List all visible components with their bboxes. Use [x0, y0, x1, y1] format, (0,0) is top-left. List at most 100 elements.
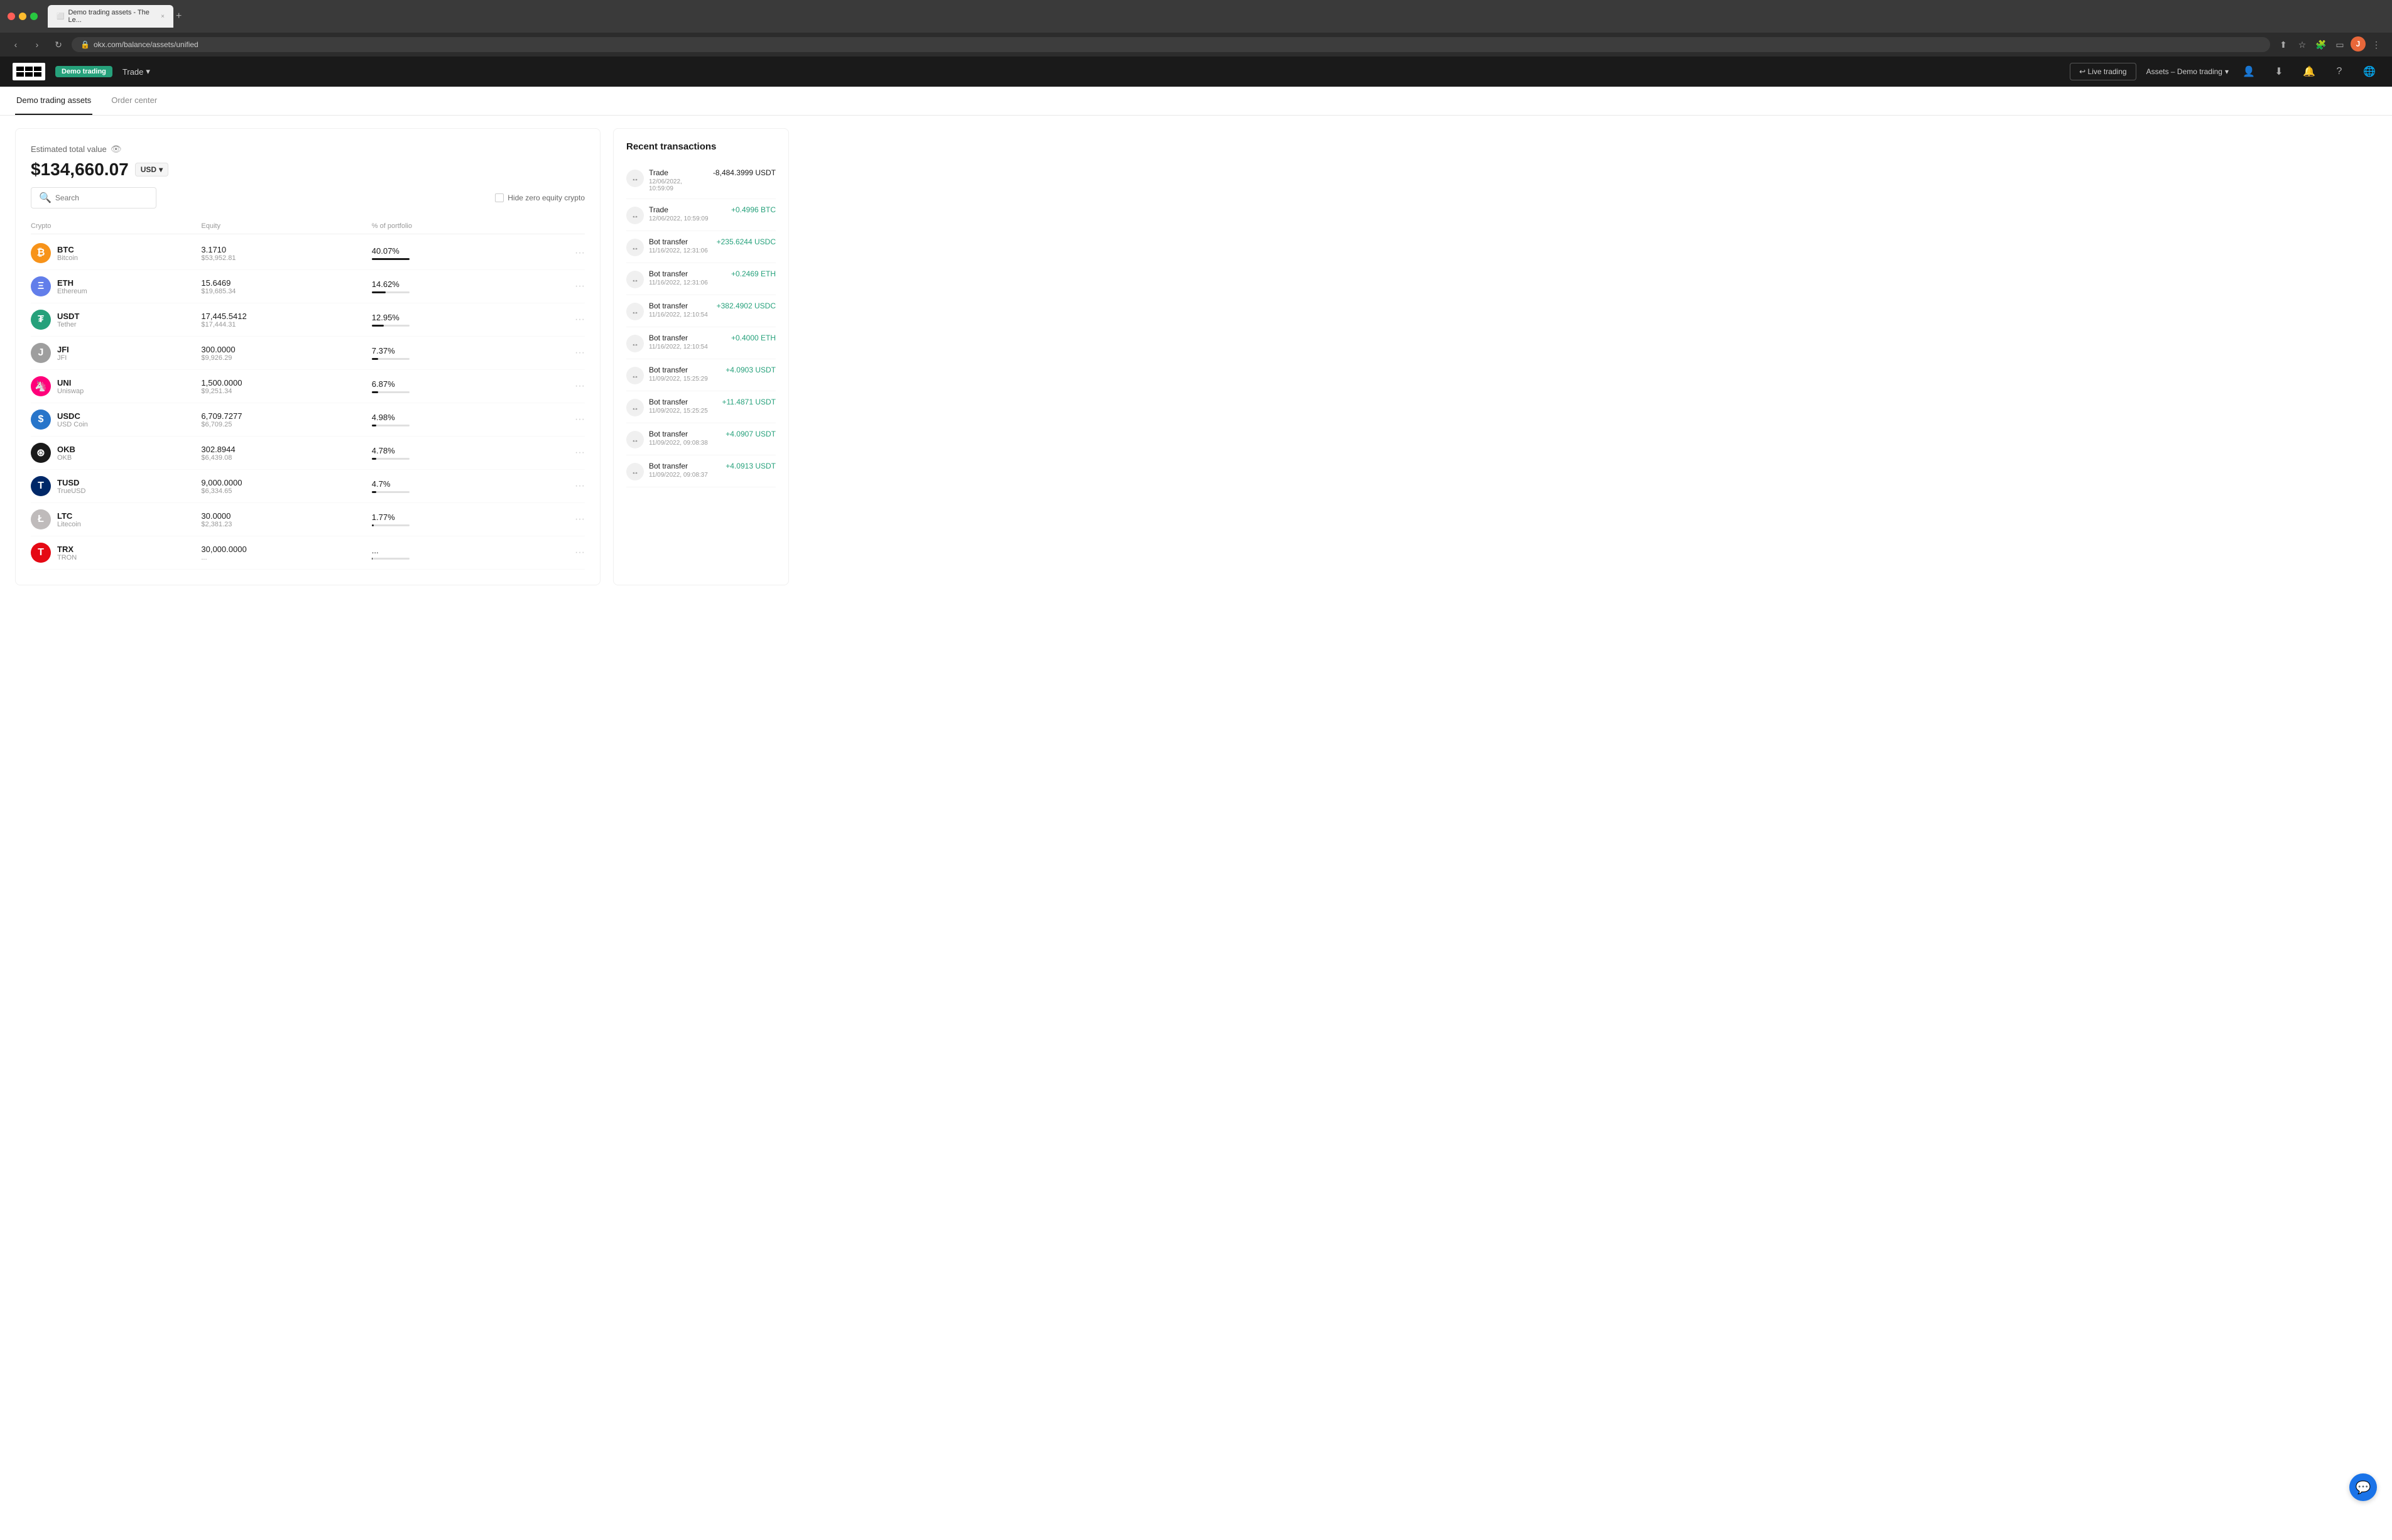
tab-demo-trading-assets[interactable]: Demo trading assets: [15, 87, 92, 115]
asset-row-usdc: $ USDC USD Coin 6,709.7277 $6,709.25 4.9…: [31, 403, 585, 437]
share-icon[interactable]: ⬆: [2275, 36, 2291, 53]
estimated-label: Estimated total value 👁: [31, 144, 585, 155]
tx-icon-9: ↔: [626, 463, 644, 480]
tx-amount-0: -8,484.3999 USDT: [713, 168, 776, 177]
tab-title: Demo trading assets - The Le...: [68, 9, 157, 24]
tusd-equity: 9,000.0000: [201, 478, 371, 487]
chat-button[interactable]: 💬: [2349, 1473, 2377, 1501]
okb-equity-usd: $6,439.08: [201, 454, 371, 462]
lock-icon: 🔒: [80, 40, 90, 49]
eth-more-button[interactable]: ···: [575, 281, 585, 292]
tx-type-2: Bot transfer: [649, 237, 712, 246]
browser-titlebar: ⬜ Demo trading assets - The Le... × +: [0, 0, 2392, 33]
currency-select[interactable]: USD ▾: [135, 163, 168, 176]
transaction-item-0: ↔ Trade 12/06/2022, 10:59:09 -8,484.3999…: [626, 162, 776, 199]
okb-symbol: OKB: [57, 445, 75, 454]
tab-order-center[interactable]: Order center: [110, 87, 158, 115]
tx-amount-8: +4.0907 USDT: [726, 430, 776, 438]
asset-row-btc: ₿ BTC Bitcoin 3.1710 $53,952.81 40.07% ·…: [31, 237, 585, 270]
active-tab[interactable]: ⬜ Demo trading assets - The Le... ×: [48, 5, 173, 28]
menu-icon[interactable]: ⋮: [2368, 36, 2384, 53]
page-tabs: Demo trading assets Order center: [0, 87, 2392, 116]
search-box[interactable]: 🔍: [31, 187, 156, 209]
tx-icon-6: ↔: [626, 367, 644, 384]
forward-button[interactable]: ›: [29, 36, 45, 53]
tx-type-1: Trade: [649, 205, 726, 214]
search-row: 🔍 Hide zero equity crypto: [31, 187, 585, 209]
transaction-item-5: ↔ Bot transfer 11/16/2022, 12:10:54 +0.4…: [626, 327, 776, 359]
search-input[interactable]: [55, 193, 143, 202]
extension-icon[interactable]: 🧩: [2313, 36, 2329, 53]
jfi-equity-usd: $9,926.29: [201, 354, 371, 362]
tx-icon-2: ↔: [626, 239, 644, 256]
tx-date-2: 11/16/2022, 12:31:06: [649, 247, 712, 254]
btc-fullname: Bitcoin: [57, 254, 78, 262]
tx-date-7: 11/09/2022, 15:25:25: [649, 408, 717, 415]
tx-type-8: Bot transfer: [649, 430, 720, 438]
new-tab-button[interactable]: +: [176, 11, 182, 22]
tab-close-button[interactable]: ×: [161, 13, 165, 20]
eye-icon[interactable]: 👁: [111, 144, 122, 155]
maximize-window-button[interactable]: [30, 13, 38, 20]
jfi-portfolio-bar: [372, 358, 410, 360]
assets-panel: Estimated total value 👁 $134,660.07 USD …: [15, 128, 601, 585]
hide-zero-checkbox[interactable]: [495, 193, 504, 202]
eth-icon: Ξ: [31, 276, 51, 296]
back-button[interactable]: ‹: [8, 36, 24, 53]
asset-info-jfi: J JFI JFI: [31, 343, 201, 363]
usdc-icon: $: [31, 409, 51, 430]
transaction-item-4: ↔ Bot transfer 11/16/2022, 12:10:54 +382…: [626, 295, 776, 327]
assets-demo-trading-dropdown[interactable]: Assets – Demo trading ▾: [2146, 67, 2229, 76]
jfi-more-button[interactable]: ···: [575, 347, 585, 359]
asset-row-eth: Ξ ETH Ethereum 15.6469 $19,685.34 14.62%…: [31, 270, 585, 303]
ltc-more-button[interactable]: ···: [575, 514, 585, 525]
live-trading-button[interactable]: ↩ Live trading: [2070, 63, 2136, 80]
table-header: Crypto Equity % of portfolio: [31, 219, 585, 234]
tx-date-4: 11/16/2022, 12:10:54: [649, 312, 712, 318]
uni-more-button[interactable]: ···: [575, 381, 585, 392]
transaction-item-8: ↔ Bot transfer 11/09/2022, 09:08:38 +4.0…: [626, 423, 776, 455]
usdc-equity-usd: $6,709.25: [201, 421, 371, 428]
okb-more-button[interactable]: ···: [575, 447, 585, 458]
tx-amount-3: +0.2469 ETH: [731, 269, 776, 278]
tx-type-3: Bot transfer: [649, 269, 726, 278]
usdt-fullname: Tether: [57, 321, 79, 328]
help-icon[interactable]: ?: [2329, 62, 2349, 82]
btc-portfolio-pct: 40.07%: [372, 246, 542, 256]
hide-zero-equity-checkbox-row[interactable]: Hide zero equity crypto: [495, 193, 585, 202]
okb-icon: ⊛: [31, 443, 51, 463]
usdc-more-button[interactable]: ···: [575, 414, 585, 425]
browser-chrome: ⬜ Demo trading assets - The Le... × + ‹ …: [0, 0, 2392, 57]
notification-bell-icon[interactable]: 🔔: [2299, 62, 2319, 82]
okb-portfolio-pct: 4.78%: [372, 446, 542, 455]
ltc-portfolio-pct: 1.77%: [372, 512, 542, 522]
okb-fullname: OKB: [57, 454, 75, 462]
trx-more-button[interactable]: ···: [575, 547, 585, 558]
demo-trading-badge[interactable]: Demo trading: [55, 66, 112, 77]
sidebar-icon[interactable]: ▭: [2332, 36, 2348, 53]
user-profile-icon[interactable]: 👤: [2239, 62, 2259, 82]
tx-icon-4: ↔: [626, 303, 644, 320]
eth-symbol: ETH: [57, 278, 87, 288]
reload-button[interactable]: ↻: [50, 36, 67, 53]
address-bar[interactable]: 🔒 okx.com/balance/assets/unified: [72, 37, 2270, 52]
tusd-symbol: TUSD: [57, 478, 85, 487]
profile-avatar[interactable]: J: [2351, 36, 2366, 52]
bookmark-icon[interactable]: ☆: [2294, 36, 2310, 53]
recent-transactions-title: Recent transactions: [626, 141, 776, 152]
trade-menu[interactable]: Trade ▾: [122, 67, 150, 77]
tusd-more-button[interactable]: ···: [575, 480, 585, 492]
asset-info-okb: ⊛ OKB OKB: [31, 443, 201, 463]
okx-logo[interactable]: [13, 63, 45, 80]
tx-icon-7: ↔: [626, 399, 644, 416]
usdt-more-button[interactable]: ···: [575, 314, 585, 325]
btc-equity-usd: $53,952.81: [201, 254, 371, 262]
download-icon[interactable]: ⬇: [2269, 62, 2289, 82]
btc-icon: ₿: [31, 243, 51, 263]
btc-more-button[interactable]: ···: [575, 247, 585, 259]
btc-equity: 3.1710: [201, 245, 371, 254]
close-window-button[interactable]: [8, 13, 15, 20]
trx-icon: T: [31, 543, 51, 563]
minimize-window-button[interactable]: [19, 13, 26, 20]
language-globe-icon[interactable]: 🌐: [2359, 62, 2379, 82]
